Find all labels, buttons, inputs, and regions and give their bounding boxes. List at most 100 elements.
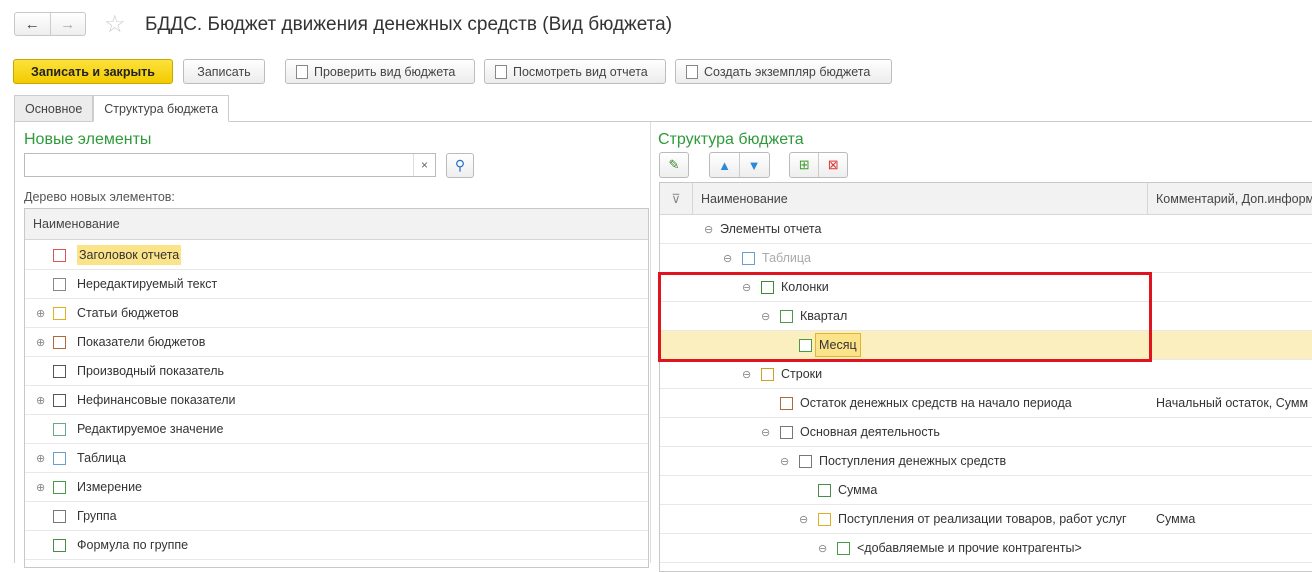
collapse-icon[interactable]: ⊖ (742, 368, 751, 381)
expand-icon[interactable]: ⊕ (36, 394, 45, 407)
collapse-icon[interactable]: ⊖ (723, 252, 732, 265)
move-up-icon[interactable]: ▲ (710, 153, 739, 177)
fx-icon (53, 364, 66, 378)
header-icon (53, 248, 66, 262)
expand-icon[interactable]: ⊕ (36, 307, 45, 320)
add-remove-buttons: ⊞ ⊠ (789, 152, 848, 178)
structure-row[interactable]: ⊖ Элементы отчета (660, 215, 1312, 244)
tree-item[interactable]: Редактируемое значение (25, 415, 648, 444)
collapse-icon[interactable]: ⊖ (799, 513, 808, 526)
tree-item[interactable]: Заголовок отчета (25, 241, 648, 270)
pencil-icon: ✎ (668, 157, 680, 172)
tree-item[interactable]: ⊕ Таблица (25, 444, 648, 473)
structure-row[interactable]: ⊖ Основная деятельность (660, 418, 1312, 447)
row-label: Поступления от реализации товаров, работ… (838, 512, 1127, 526)
collapse-icon[interactable]: ⊖ (704, 223, 713, 236)
tab-main[interactable]: Основное (14, 95, 94, 122)
expand-icon[interactable]: ⊕ (36, 336, 45, 349)
create-instance-button[interactable]: Создать экземпляр бюджета (675, 59, 892, 84)
group-icon (799, 454, 812, 468)
create-instance-label: Создать экземпляр бюджета (704, 64, 871, 79)
tree-item[interactable]: Формула по группе (25, 531, 648, 560)
nav-buttons: ← → (14, 12, 86, 36)
tree-item-label: Измерение (77, 480, 143, 494)
tree-item-label: Группа (77, 509, 117, 523)
tree-item-label: Производный показатель (77, 364, 225, 378)
coins-brown-icon (780, 396, 793, 410)
structure-row[interactable]: ⊖ Поступления денежных средств (660, 447, 1312, 476)
delete-element-icon[interactable]: ⊠ (818, 153, 847, 177)
tree-item-label: Статьи бюджетов (77, 306, 179, 320)
row-label: Строки (781, 367, 823, 381)
tree-item[interactable]: ⊕ Измерение (25, 473, 648, 502)
tree-item-label: Показатели бюджетов (77, 335, 206, 349)
table-icon (53, 451, 66, 465)
favorite-star-icon[interactable]: ☆ (104, 10, 126, 39)
tree-item-label: Нередактируемый текст (77, 277, 218, 291)
dimension-icon (837, 541, 850, 555)
check-doc-icon (296, 64, 308, 79)
document-icon (686, 64, 698, 79)
column-header-comment[interactable]: Комментарий, Доп.информ (1148, 192, 1312, 206)
forward-button[interactable]: → (49, 13, 86, 35)
check-label: Проверить вид бюджета (314, 64, 456, 79)
column-header-name[interactable]: Наименование (25, 209, 648, 240)
check-budget-button[interactable]: Проверить вид бюджета (285, 59, 475, 84)
tree-item-label: Редактируемое значение (77, 422, 224, 436)
save-button[interactable]: Записать (183, 59, 265, 84)
collapse-icon[interactable]: ⊖ (761, 426, 770, 439)
report-icon (495, 64, 507, 79)
tab-budget-structure[interactable]: Структура бюджета (93, 95, 230, 122)
structure-row[interactable]: ⊖ Строки (660, 360, 1312, 389)
view-report-button[interactable]: Посмотреть вид отчета (484, 59, 666, 84)
budget-structure-title: Структура бюджета (658, 131, 804, 148)
structure-row[interactable]: Остаток денежных средств на начало перио… (660, 389, 1312, 418)
tree-item[interactable]: ⊕ Показатели бюджетов (25, 328, 648, 357)
search-button[interactable]: ⚲ (446, 153, 474, 178)
row-label: Таблица (762, 251, 812, 265)
expand-icon[interactable]: ⊕ (36, 452, 45, 465)
budget-structure-tree: ⊽ Наименование Комментарий, Доп.информ ⊖… (659, 182, 1312, 572)
row-comment: Начальный остаток, Сумм (1156, 396, 1309, 410)
save-close-button[interactable]: Записать и закрыть (13, 59, 173, 84)
row-label: Поступления денежных средств (819, 454, 1007, 468)
collapse-icon[interactable]: ⊖ (780, 455, 789, 468)
panel-splitter[interactable] (650, 122, 651, 563)
group-icon (780, 425, 793, 439)
new-elements-title: Новые элементы (24, 131, 152, 148)
collapse-icon[interactable]: ⊖ (818, 542, 827, 555)
sum-icon (818, 483, 831, 497)
clear-search-button[interactable]: × (413, 154, 435, 176)
tree-item[interactable]: ⊕ Статьи бюджетов (25, 299, 648, 328)
tree-item-label: Заголовок отчета (77, 245, 182, 265)
structure-row[interactable]: ⊖ Поступления от реализации товаров, рабо… (660, 505, 1312, 534)
tree-item-label: Нефинансовые показатели (77, 393, 236, 407)
row-label: Остаток денежных средств на начало перио… (800, 396, 1072, 410)
tree-item-label: Формула по группе (77, 538, 189, 552)
tree-item[interactable]: Производный показатель (25, 357, 648, 386)
structure-row[interactable]: ⊖ <добавляемые и прочие контрагенты> (660, 534, 1312, 563)
table-icon (742, 251, 755, 265)
column-header-name[interactable]: Наименование (693, 183, 1148, 214)
row-label: Элементы отчета (720, 222, 822, 236)
filter-icon[interactable]: ⊽ (660, 183, 693, 214)
expand-icon[interactable]: ⊕ (36, 481, 45, 494)
move-buttons: ▲ ▼ (709, 152, 770, 178)
tree-item[interactable]: ⊕ Нефинансовые показатели (25, 386, 648, 415)
sum-icon (53, 538, 66, 552)
add-element-icon[interactable]: ⊞ (790, 153, 818, 177)
structure-row[interactable]: ⊖ Таблица (660, 244, 1312, 273)
text-icon (53, 277, 66, 291)
row-label: Основная деятельность (800, 425, 940, 439)
tree-item[interactable]: Нередактируемый текст (25, 270, 648, 299)
structure-row[interactable]: Сумма (660, 476, 1312, 505)
move-down-icon[interactable]: ▼ (739, 153, 768, 177)
group-icon (53, 509, 66, 523)
tab-bar: Основное Структура бюджета (14, 95, 230, 122)
coins-icon (818, 512, 831, 526)
row-label: <добавляемые и прочие контрагенты> (857, 541, 1082, 555)
back-button[interactable]: ← (15, 13, 50, 35)
search-input[interactable] (24, 153, 436, 177)
tree-item[interactable]: Группа (25, 502, 648, 531)
edit-button[interactable]: ✎ (659, 152, 689, 178)
